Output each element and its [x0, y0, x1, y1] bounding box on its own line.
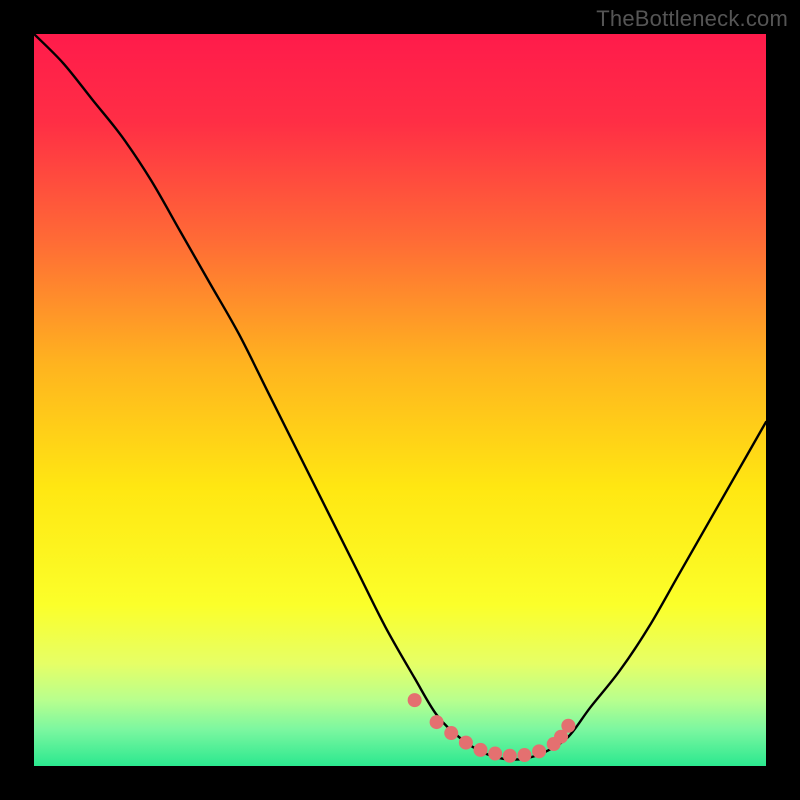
- highlight-dot: [408, 693, 422, 707]
- highlight-dot: [459, 736, 473, 750]
- watermark-text: TheBottleneck.com: [596, 6, 788, 32]
- highlight-dot: [517, 748, 531, 762]
- highlight-dot: [444, 726, 458, 740]
- curve-layer: [34, 34, 766, 766]
- plot-area: [34, 34, 766, 766]
- recommended-range-dots: [408, 693, 576, 763]
- bottleneck-curve: [34, 34, 766, 760]
- highlight-dot: [430, 715, 444, 729]
- highlight-dot: [532, 744, 546, 758]
- highlight-dot: [561, 719, 575, 733]
- highlight-dot: [488, 747, 502, 761]
- highlight-dot: [503, 749, 517, 763]
- highlight-dot: [474, 743, 488, 757]
- chart-frame: TheBottleneck.com: [0, 0, 800, 800]
